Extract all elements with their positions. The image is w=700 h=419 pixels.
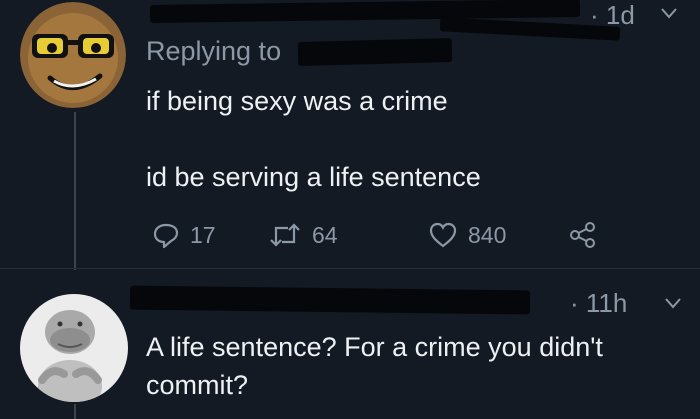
reply-button[interactable]: 17 [152,218,216,252]
tweet-text-line-1: if being sexy was a crime [146,86,448,116]
tweet-text-line-2: id be serving a life sentence [146,162,481,192]
reply-text: A life sentence? For a crime you didn't … [146,328,603,404]
like-count: 840 [468,221,507,248]
replying-to-label: Replying to [146,36,282,66]
retweet-count: 64 [312,221,338,248]
tweet-text: if being sexy was a crime [146,82,448,120]
creature-photo-icon [20,294,128,402]
retweet-button[interactable]: 64 [268,218,338,252]
chevron-down-icon[interactable] [660,6,678,20]
sunglasses-face-icon [20,2,126,108]
share-icon [570,222,595,248]
replying-to-handle-redacted[interactable] [297,37,453,67]
author-name-redacted[interactable] [149,0,581,24]
thread-line-bottom [74,404,76,419]
reply-icon [153,223,179,249]
reply-timestamp[interactable]: · 11h [570,288,627,319]
reply-text-line-2: commit? [146,370,249,400]
chevron-down-icon[interactable] [664,296,682,310]
tweet-divider [0,268,700,269]
reply-text-line-1: A life sentence? For a crime you didn't [146,332,603,362]
tweet-text-continued: id be serving a life sentence [146,158,481,196]
heart-icon [429,222,457,248]
tweet-timestamp[interactable]: · 1d [590,0,635,31]
creature-photo-avatar[interactable] [20,294,128,402]
sunglasses-face-avatar[interactable] [20,2,126,108]
reply-count: 17 [190,221,216,248]
share-button[interactable] [568,218,612,252]
thread-line-top [74,112,76,270]
like-button[interactable]: 840 [428,218,506,252]
retweet-icon [270,223,300,247]
reply-author-name-redacted[interactable] [129,285,531,315]
